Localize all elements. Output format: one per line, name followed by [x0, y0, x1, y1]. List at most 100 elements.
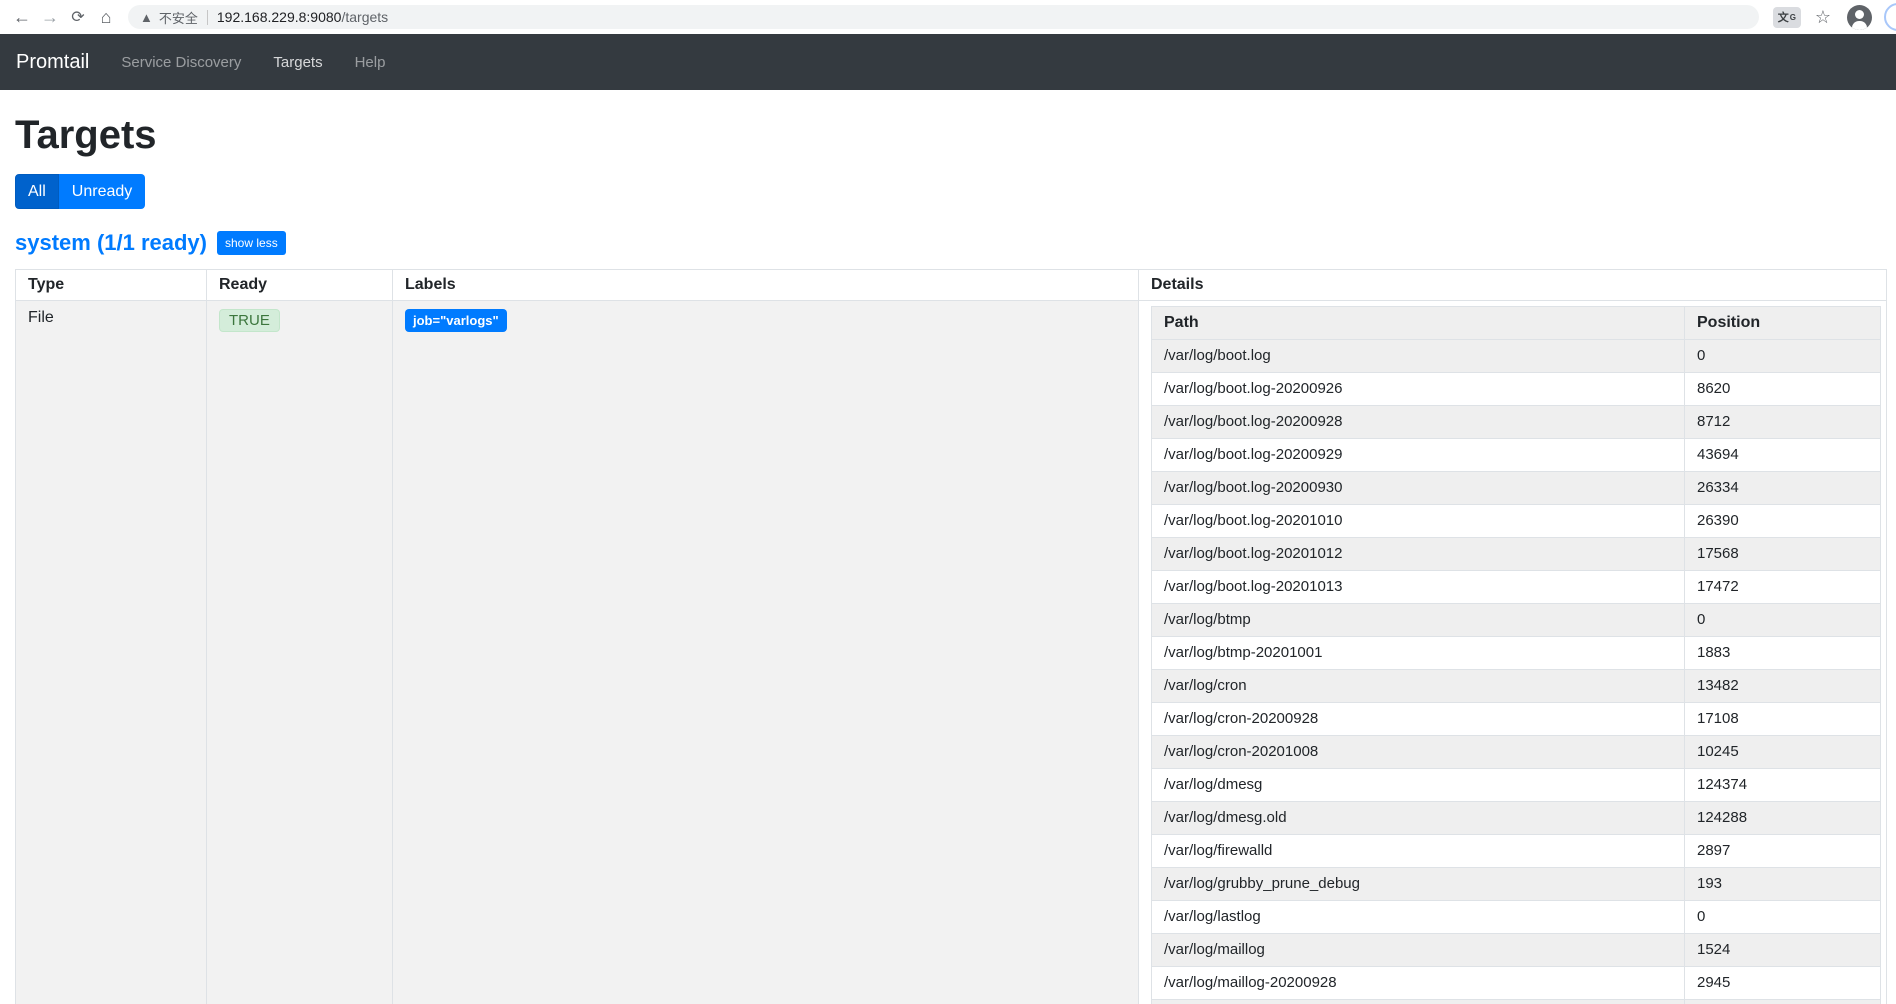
details-row: /var/log/boot.log-20200929 43694: [1151, 438, 1881, 472]
path-cell: /var/log/boot.log-20201012: [1151, 537, 1685, 571]
details-row: /var/log/cron-20200928 17108: [1151, 702, 1881, 736]
position-cell: 26334: [1684, 471, 1881, 505]
details-row: /var/log/firewalld 2897: [1151, 834, 1881, 868]
col-header-details: Details: [1138, 269, 1887, 301]
path-cell: /var/log/cron-20201008: [1151, 735, 1685, 769]
ready-status-badge: TRUE: [219, 309, 280, 332]
targets-table: Type Ready Labels Details File TRUE job=…: [15, 269, 1887, 1004]
path-cell: /var/log/boot.log-20201010: [1151, 504, 1685, 538]
not-secure-warning-icon: ▲: [140, 9, 153, 25]
job-section-header: system (1/1 ready) show less: [15, 230, 1881, 256]
col-header-labels: Labels: [392, 269, 1139, 301]
details-row: /var/log/cron 13482: [1151, 669, 1881, 703]
back-icon[interactable]: ←: [8, 3, 36, 31]
path-cell: /var/log/maillog-20200928: [1151, 966, 1685, 1000]
profile-avatar-icon[interactable]: [1847, 4, 1872, 30]
path-cell: /var/log/dmesg.old: [1151, 801, 1685, 835]
position-cell: 8712: [1684, 405, 1881, 439]
details-row-partial: [1151, 999, 1881, 1004]
path-cell: /var/log/btmp: [1151, 603, 1685, 637]
filter-button-group: All Unready: [15, 174, 146, 209]
details-row: /var/log/boot.log-20200928 8712: [1151, 405, 1881, 439]
position-cell: 124288: [1684, 801, 1881, 835]
page-content: Targets All Unready system (1/1 ready) s…: [0, 111, 1896, 1004]
address-bar[interactable]: ▲ 不安全 192.168.229.8:9080/targets: [128, 5, 1759, 29]
bookmark-star-icon[interactable]: ☆: [1815, 7, 1831, 28]
col-header-type: Type: [15, 269, 207, 301]
translate-icon[interactable]: 文G: [1772, 6, 1801, 28]
details-row: /var/log/btmp-20201001 1883: [1151, 636, 1881, 670]
details-header-row: Path Position: [1151, 306, 1881, 340]
nav-link-targets[interactable]: Targets: [257, 46, 338, 79]
position-cell: 10245: [1684, 735, 1881, 769]
details-row: /var/log/boot.log-20200926 8620: [1151, 372, 1881, 406]
profile-ring-icon[interactable]: [1884, 3, 1896, 31]
target-row: File TRUE job="varlogs" Path Position /v…: [15, 300, 1887, 1004]
details-rows: /var/log/boot.log 0/var/log/boot.log-2020…: [1151, 339, 1881, 1004]
avatar-torso: [1852, 20, 1867, 30]
avatar-head: [1855, 9, 1864, 19]
position-cell: 0: [1684, 900, 1881, 934]
translate-glyph-sub: G: [1789, 12, 1796, 22]
target-type-cell: File: [15, 300, 207, 1004]
details-row: /var/log/boot.log-20201013 17472: [1151, 570, 1881, 604]
target-details-cell: Path Position /var/log/boot.log 0/var/log…: [1138, 300, 1887, 1004]
path-cell: /var/log/maillog: [1151, 933, 1685, 967]
position-cell: 43694: [1684, 438, 1881, 472]
brand-promtail[interactable]: Promtail: [16, 51, 89, 74]
show-less-button[interactable]: show less: [217, 231, 286, 255]
target-ready-cell: TRUE: [206, 300, 393, 1004]
path-cell: /var/log/boot.log-20201013: [1151, 570, 1685, 604]
details-row: /var/log/boot.log-20200930 26334: [1151, 471, 1881, 505]
home-icon[interactable]: ⌂: [92, 3, 120, 31]
path-cell: /var/log/lastlog: [1151, 900, 1685, 934]
position-cell: 1883: [1684, 636, 1881, 670]
target-labels-cell: job="varlogs": [392, 300, 1139, 1004]
position-cell: 17472: [1684, 570, 1881, 604]
position-cell: 2945: [1684, 966, 1881, 1000]
path-cell: /var/log/boot.log: [1151, 339, 1685, 373]
details-row: /var/log/cron-20201008 10245: [1151, 735, 1881, 769]
path-cell: /var/log/btmp-20201001: [1151, 636, 1685, 670]
position-cell: 2897: [1684, 834, 1881, 868]
position-cell: 124374: [1684, 768, 1881, 802]
url-path: /targets: [341, 9, 389, 25]
path-cell: /var/log/cron-20200928: [1151, 702, 1685, 736]
omnibox-divider: [206, 9, 208, 25]
col-header-ready: Ready: [206, 269, 393, 301]
path-cell: /var/log/grubby_prune_debug: [1151, 867, 1685, 901]
nav-link-service-discovery[interactable]: Service Discovery: [105, 46, 257, 79]
filter-unready-button[interactable]: Unready: [58, 174, 146, 209]
position-cell: 0: [1684, 339, 1881, 373]
reload-icon[interactable]: ⟳: [64, 3, 92, 31]
details-row: /var/log/grubby_prune_debug 193: [1151, 867, 1881, 901]
job-label-badge: job="varlogs": [405, 309, 507, 332]
path-cell: /var/log/dmesg: [1151, 768, 1685, 802]
security-label[interactable]: 不安全: [159, 8, 198, 27]
forward-icon[interactable]: →: [36, 3, 64, 31]
app-navbar: Promtail Service Discovery Targets Help: [0, 34, 1896, 90]
path-cell: /var/log/boot.log-20200926: [1151, 372, 1685, 406]
path-cell: /var/log/firewalld: [1151, 834, 1685, 868]
position-cell: 17108: [1684, 702, 1881, 736]
position-cell: [1684, 999, 1881, 1004]
col-header-position: Position: [1684, 306, 1881, 340]
nav-link-help[interactable]: Help: [339, 46, 402, 79]
path-cell: /var/log/boot.log-20200928: [1151, 405, 1685, 439]
details-row: /var/log/dmesg 124374: [1151, 768, 1881, 802]
details-row: /var/log/boot.log-20201012 17568: [1151, 537, 1881, 571]
position-cell: 13482: [1684, 669, 1881, 703]
page-title: Targets: [15, 113, 157, 157]
path-cell: [1151, 999, 1685, 1004]
col-header-path: Path: [1151, 306, 1685, 340]
filter-all-button[interactable]: All: [15, 174, 59, 209]
path-cell: /var/log/boot.log-20200929: [1151, 438, 1685, 472]
details-table: Path Position /var/log/boot.log 0/var/log…: [1151, 306, 1881, 1004]
path-cell: /var/log/boot.log-20200930: [1151, 471, 1685, 505]
screen: ← → ⟳ ⌂ ▲ 不安全 192.168.229.8:9080/targets…: [0, 0, 1896, 1004]
details-row: /var/log/maillog-20200928 2945: [1151, 966, 1881, 1000]
details-row: /var/log/lastlog 0: [1151, 900, 1881, 934]
browser-toolbar: ← → ⟳ ⌂ ▲ 不安全 192.168.229.8:9080/targets…: [0, 0, 1896, 34]
details-row: /var/log/boot.log-20201010 26390: [1151, 504, 1881, 538]
targets-table-header-row: Type Ready Labels Details: [15, 269, 1887, 301]
